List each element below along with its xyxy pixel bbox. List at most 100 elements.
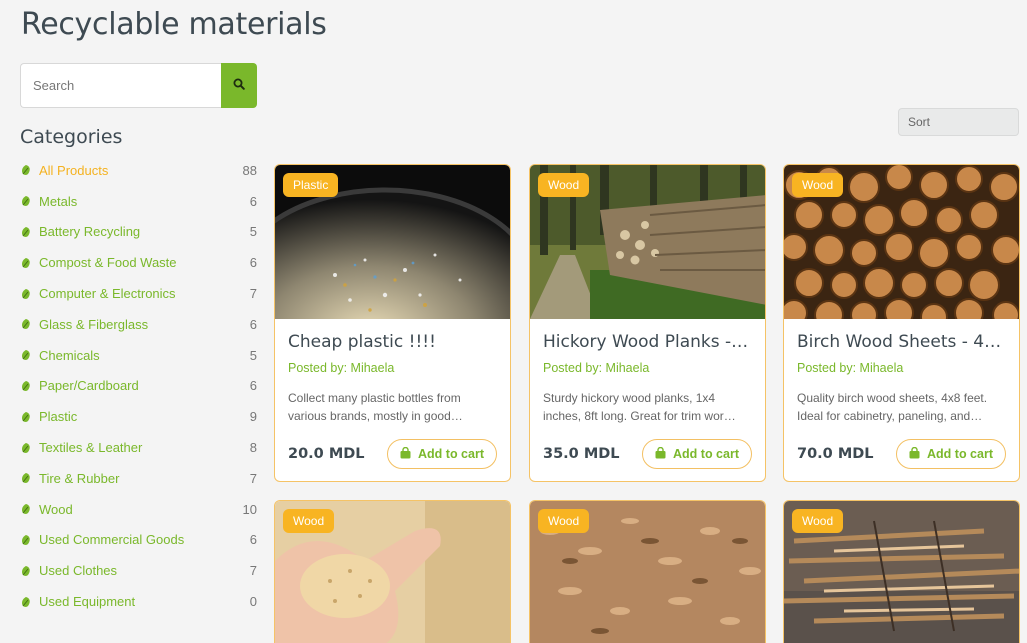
category-count: 8	[249, 440, 257, 456]
shopping-bag-icon	[909, 446, 920, 462]
product-author: Posted by: Mihaela	[797, 361, 904, 375]
category-item-glass-fiberglass[interactable]: Glass & Fiberglass 6	[20, 309, 257, 340]
category-badge: Wood	[538, 509, 590, 533]
category-badge: Wood	[538, 173, 590, 197]
shopping-bag-icon	[400, 446, 411, 462]
category-item-metals[interactable]: Metals 6	[20, 186, 257, 217]
product-image: Wood	[275, 501, 510, 643]
leaf-icon	[20, 565, 32, 577]
leaf-icon	[20, 380, 32, 392]
product-description: Quality birch wood sheets, 4x8 feet. Ide…	[797, 391, 988, 423]
product-title[interactable]: Hickory Wood Planks -…	[543, 332, 752, 352]
category-badge: Wood	[283, 509, 335, 533]
category-item-plastic[interactable]: Plastic 9	[20, 401, 257, 432]
category-count: 0	[249, 594, 257, 610]
leaf-icon	[20, 349, 32, 361]
category-label: Textiles & Leather	[39, 440, 143, 456]
category-item-battery-recycling[interactable]: Battery Recycling 5	[20, 217, 257, 248]
add-to-cart-button[interactable]: Add to cart	[387, 439, 497, 469]
leaf-icon	[20, 164, 32, 176]
category-count: 6	[249, 532, 257, 548]
sort-select[interactable]: Sort	[898, 108, 1019, 136]
page-title: Recyclable materials	[21, 7, 327, 42]
category-badge: Wood	[792, 173, 844, 197]
category-item-used-equipment[interactable]: Used Equipment 0	[20, 586, 257, 617]
category-item-all-products[interactable]: All Products 88	[20, 155, 257, 186]
category-label: Compost & Food Waste	[39, 255, 177, 271]
category-count: 7	[249, 286, 257, 302]
add-to-cart-button[interactable]: Add to cart	[896, 439, 1006, 469]
leaf-icon	[20, 195, 32, 207]
leaf-icon	[20, 257, 32, 269]
search-button[interactable]	[221, 63, 257, 108]
product-price: 20.0 MDL	[288, 446, 365, 462]
product-author: Posted by: Mihaela	[288, 361, 395, 375]
product-card[interactable]: Wood Hickory Wood Planks -… Posted by: M…	[529, 164, 766, 482]
leaf-icon	[20, 226, 32, 238]
category-badge: Plastic	[283, 173, 339, 197]
category-label: Used Commercial Goods	[39, 532, 185, 548]
category-label: Battery Recycling	[39, 224, 141, 240]
category-count: 9	[249, 409, 257, 425]
category-count: 7	[249, 563, 257, 579]
category-label: Used Equipment	[39, 594, 136, 610]
product-title[interactable]: Birch Wood Sheets - 4…	[797, 332, 1006, 352]
add-to-cart-button[interactable]: Add to cart	[642, 439, 752, 469]
product-author: Posted by: Mihaela	[543, 361, 650, 375]
category-item-wood[interactable]: Wood 10	[20, 494, 257, 525]
category-count: 6	[249, 316, 257, 332]
leaf-icon	[20, 318, 32, 330]
product-title[interactable]: Cheap plastic !!!!	[288, 332, 497, 352]
category-item-chemicals[interactable]: Chemicals 5	[20, 340, 257, 371]
search-icon	[233, 78, 245, 93]
category-item-textiles-leather[interactable]: Textiles & Leather 8	[20, 432, 257, 463]
product-card[interactable]: Wood	[274, 500, 511, 643]
category-label: Paper/Cardboard	[39, 378, 139, 394]
categories-heading: Categories	[20, 126, 123, 148]
product-card[interactable]: Plastic Cheap plastic !!!! Posted by: Mi…	[274, 164, 511, 482]
add-to-cart-label: Add to cart	[673, 447, 739, 461]
category-label: All Products	[39, 162, 109, 178]
leaf-icon	[20, 596, 32, 608]
category-list: All Products 88 Metals 6 Battery Recycli…	[20, 155, 257, 617]
leaf-icon	[20, 288, 32, 300]
category-count: 88	[242, 162, 257, 178]
leaf-icon	[20, 411, 32, 423]
category-item-compost-food-waste[interactable]: Compost & Food Waste 6	[20, 247, 257, 278]
add-to-cart-label: Add to cart	[927, 447, 993, 461]
category-count: 6	[249, 193, 257, 209]
category-count: 5	[249, 347, 257, 363]
category-label: Metals	[39, 193, 78, 209]
category-label: Computer & Electronics	[39, 286, 176, 302]
leaf-icon	[20, 442, 32, 454]
product-image: Wood	[530, 501, 765, 643]
category-label: Used Clothes	[39, 563, 118, 579]
category-label: Wood	[39, 501, 73, 517]
category-count: 7	[249, 470, 257, 486]
search-bar	[20, 63, 257, 108]
leaf-icon	[20, 503, 32, 515]
product-price: 70.0 MDL	[797, 446, 874, 462]
product-description: Sturdy hickory wood planks, 1x4 inches, …	[543, 391, 736, 423]
shopping-bag-icon	[655, 446, 666, 462]
product-card[interactable]: Wood	[783, 500, 1020, 643]
leaf-icon	[20, 472, 32, 484]
product-card[interactable]: Wood Birch Wood Sheets - 4… Posted by: M…	[783, 164, 1020, 482]
category-count: 5	[249, 224, 257, 240]
product-image: Wood	[784, 501, 1019, 643]
category-item-used-clothes[interactable]: Used Clothes 7	[20, 555, 257, 586]
product-price: 35.0 MDL	[543, 446, 620, 462]
leaf-icon	[20, 534, 32, 546]
category-count: 6	[249, 255, 257, 271]
search-input[interactable]	[20, 63, 221, 108]
category-item-computer-electronics[interactable]: Computer & Electronics 7	[20, 278, 257, 309]
category-item-paper-cardboard[interactable]: Paper/Cardboard 6	[20, 371, 257, 402]
category-label: Plastic	[39, 409, 78, 425]
page: Recyclable materials Categories All Prod…	[0, 0, 1027, 643]
product-card[interactable]: Wood	[529, 500, 766, 643]
category-item-tire-rubber[interactable]: Tire & Rubber 7	[20, 463, 257, 494]
add-to-cart-label: Add to cart	[418, 447, 484, 461]
category-label: Tire & Rubber	[39, 470, 120, 486]
category-label: Chemicals	[39, 347, 100, 363]
category-item-used-commercial-goods[interactable]: Used Commercial Goods 6	[20, 525, 257, 556]
